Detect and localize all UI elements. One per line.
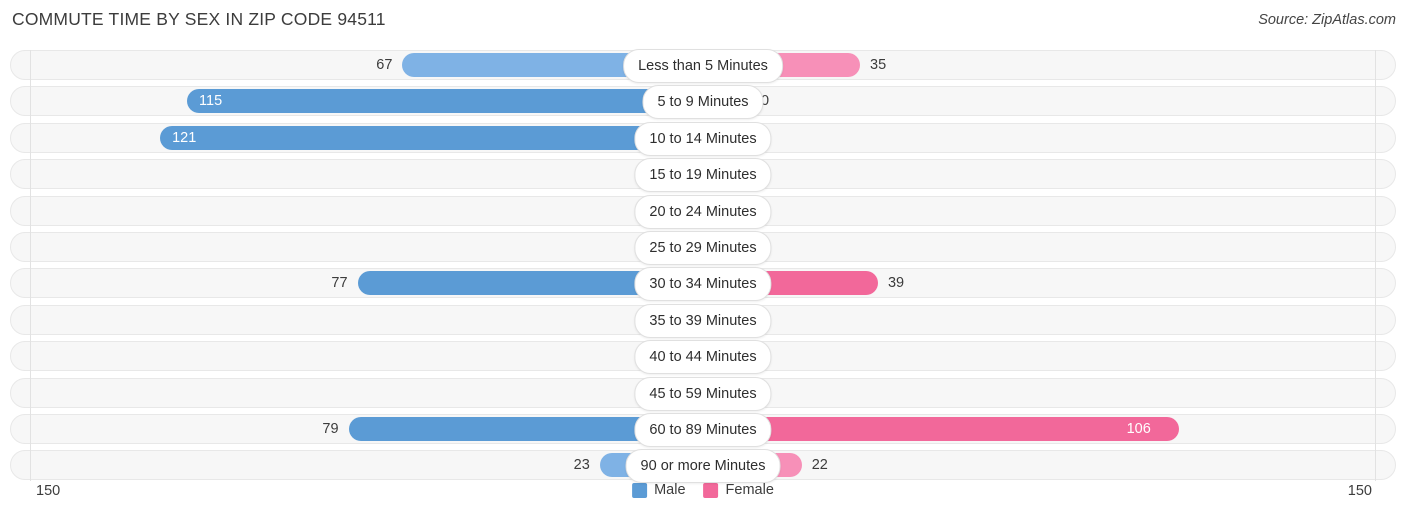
- bar-value-female: 22: [811, 457, 828, 474]
- page-title: COMMUTE TIME BY SEX IN ZIP CODE 94511: [12, 9, 386, 29]
- chart-plot-area: 67 35 Less than 5 Minutes 115 0 5 to 9 Minute…: [0, 44, 1406, 484]
- legend-swatch-female: [703, 482, 719, 498]
- bar-value-female: 0: [761, 159, 861, 189]
- bar-row: 0 045 to 59 Minutes: [0, 376, 1406, 411]
- bar-row: 67 35 Less than 5 Minutes: [0, 49, 1406, 83]
- axis-label-left: 150: [36, 483, 61, 499]
- bar-row: 8 025 to 29 Minutes: [0, 230, 1406, 265]
- bar-value-male: 0: [545, 305, 645, 335]
- category-label-pill: 35 to 39 Minutes: [634, 303, 772, 338]
- bar-value-male: 0: [545, 341, 645, 371]
- source-attribution: Source: ZipAtlas.com: [1258, 12, 1396, 28]
- bar-value-female: 35: [870, 57, 887, 73]
- bar-value-female: 0: [761, 341, 861, 371]
- bar-value-female: 0: [761, 123, 861, 153]
- bar-row: 121 010 to 14 Minutes: [0, 121, 1406, 156]
- bar-value-male: 77: [331, 275, 348, 292]
- bar-value-female: 0: [761, 305, 861, 335]
- bar-value-male: 115: [199, 93, 223, 110]
- legend-label-female: Female: [725, 482, 774, 498]
- bar-value-female: 0: [761, 378, 861, 408]
- category-label-pill: Less than 5 Minutes: [623, 49, 783, 83]
- bar-rows-container: 67 35 Less than 5 Minutes 115 0 5 to 9 Minute…: [0, 49, 1406, 487]
- bar-male[interactable]: [187, 89, 703, 114]
- bar-value-female: 0: [761, 196, 861, 226]
- bar-row: 79 106 60 to 89 Minutes: [0, 412, 1406, 447]
- legend-swatch-male: [632, 482, 648, 498]
- category-label-pill: 25 to 29 Minutes: [634, 230, 772, 265]
- bar-value-male: 0: [545, 196, 645, 226]
- bar-male[interactable]: [160, 125, 703, 150]
- category-label-pill: 90 or more Minutes: [625, 449, 781, 484]
- category-label-pill: 15 to 19 Minutes: [634, 158, 772, 193]
- bar-row: 0 040 to 44 Minutes: [0, 340, 1406, 375]
- bar-value-female: 0: [761, 93, 770, 110]
- bar-value-male: 23: [573, 457, 590, 474]
- bar-value-male: 67: [376, 57, 393, 73]
- gridline-right: [1375, 50, 1376, 481]
- bar-value-male: 121: [172, 129, 197, 146]
- bar-row: 23 22 90 or more Minutes: [0, 449, 1406, 484]
- legend-item-male[interactable]: Male: [632, 482, 686, 498]
- chart-footer: 150 Male Female 150: [0, 481, 1406, 521]
- chart-legend: Male Female: [632, 482, 774, 498]
- bar-row: 0 015 to 19 Minutes: [0, 158, 1406, 193]
- chart-header: COMMUTE TIME BY SEX IN ZIP CODE 94511 So…: [0, 0, 1406, 44]
- bar-value-male: 0: [545, 159, 645, 189]
- bar-row: 115 0 5 to 9 Minutes: [0, 85, 1406, 120]
- bar-value-female: 0: [761, 232, 861, 262]
- category-label-pill: 45 to 59 Minutes: [634, 376, 772, 411]
- axis-label-right: 150: [1347, 483, 1372, 499]
- bar-value-male: 79: [322, 420, 339, 437]
- bar-value-male: 0: [545, 378, 645, 408]
- category-label-pill: 20 to 24 Minutes: [634, 194, 772, 229]
- category-label-pill: 40 to 44 Minutes: [634, 340, 772, 375]
- legend-item-female[interactable]: Female: [703, 482, 774, 498]
- bar-value-female: 39: [887, 275, 905, 292]
- bar-row: 0 020 to 24 Minutes: [0, 194, 1406, 229]
- bar-female[interactable]: [703, 416, 1179, 441]
- category-label-pill: 60 to 89 Minutes: [634, 412, 772, 447]
- bar-row: 0 035 to 39 Minutes: [0, 303, 1406, 338]
- legend-label-male: Male: [654, 482, 686, 498]
- bar-row: 77 39 30 to 34 Minutes: [0, 267, 1406, 302]
- category-label-pill: 10 to 14 Minutes: [634, 121, 772, 156]
- category-label-pill: 5 to 9 Minutes: [642, 85, 764, 120]
- category-label-pill: 30 to 34 Minutes: [634, 267, 772, 302]
- bar-value-female: 106: [1126, 420, 1151, 437]
- bar-value-male: 8: [545, 232, 645, 262]
- gridline-left: [30, 50, 31, 481]
